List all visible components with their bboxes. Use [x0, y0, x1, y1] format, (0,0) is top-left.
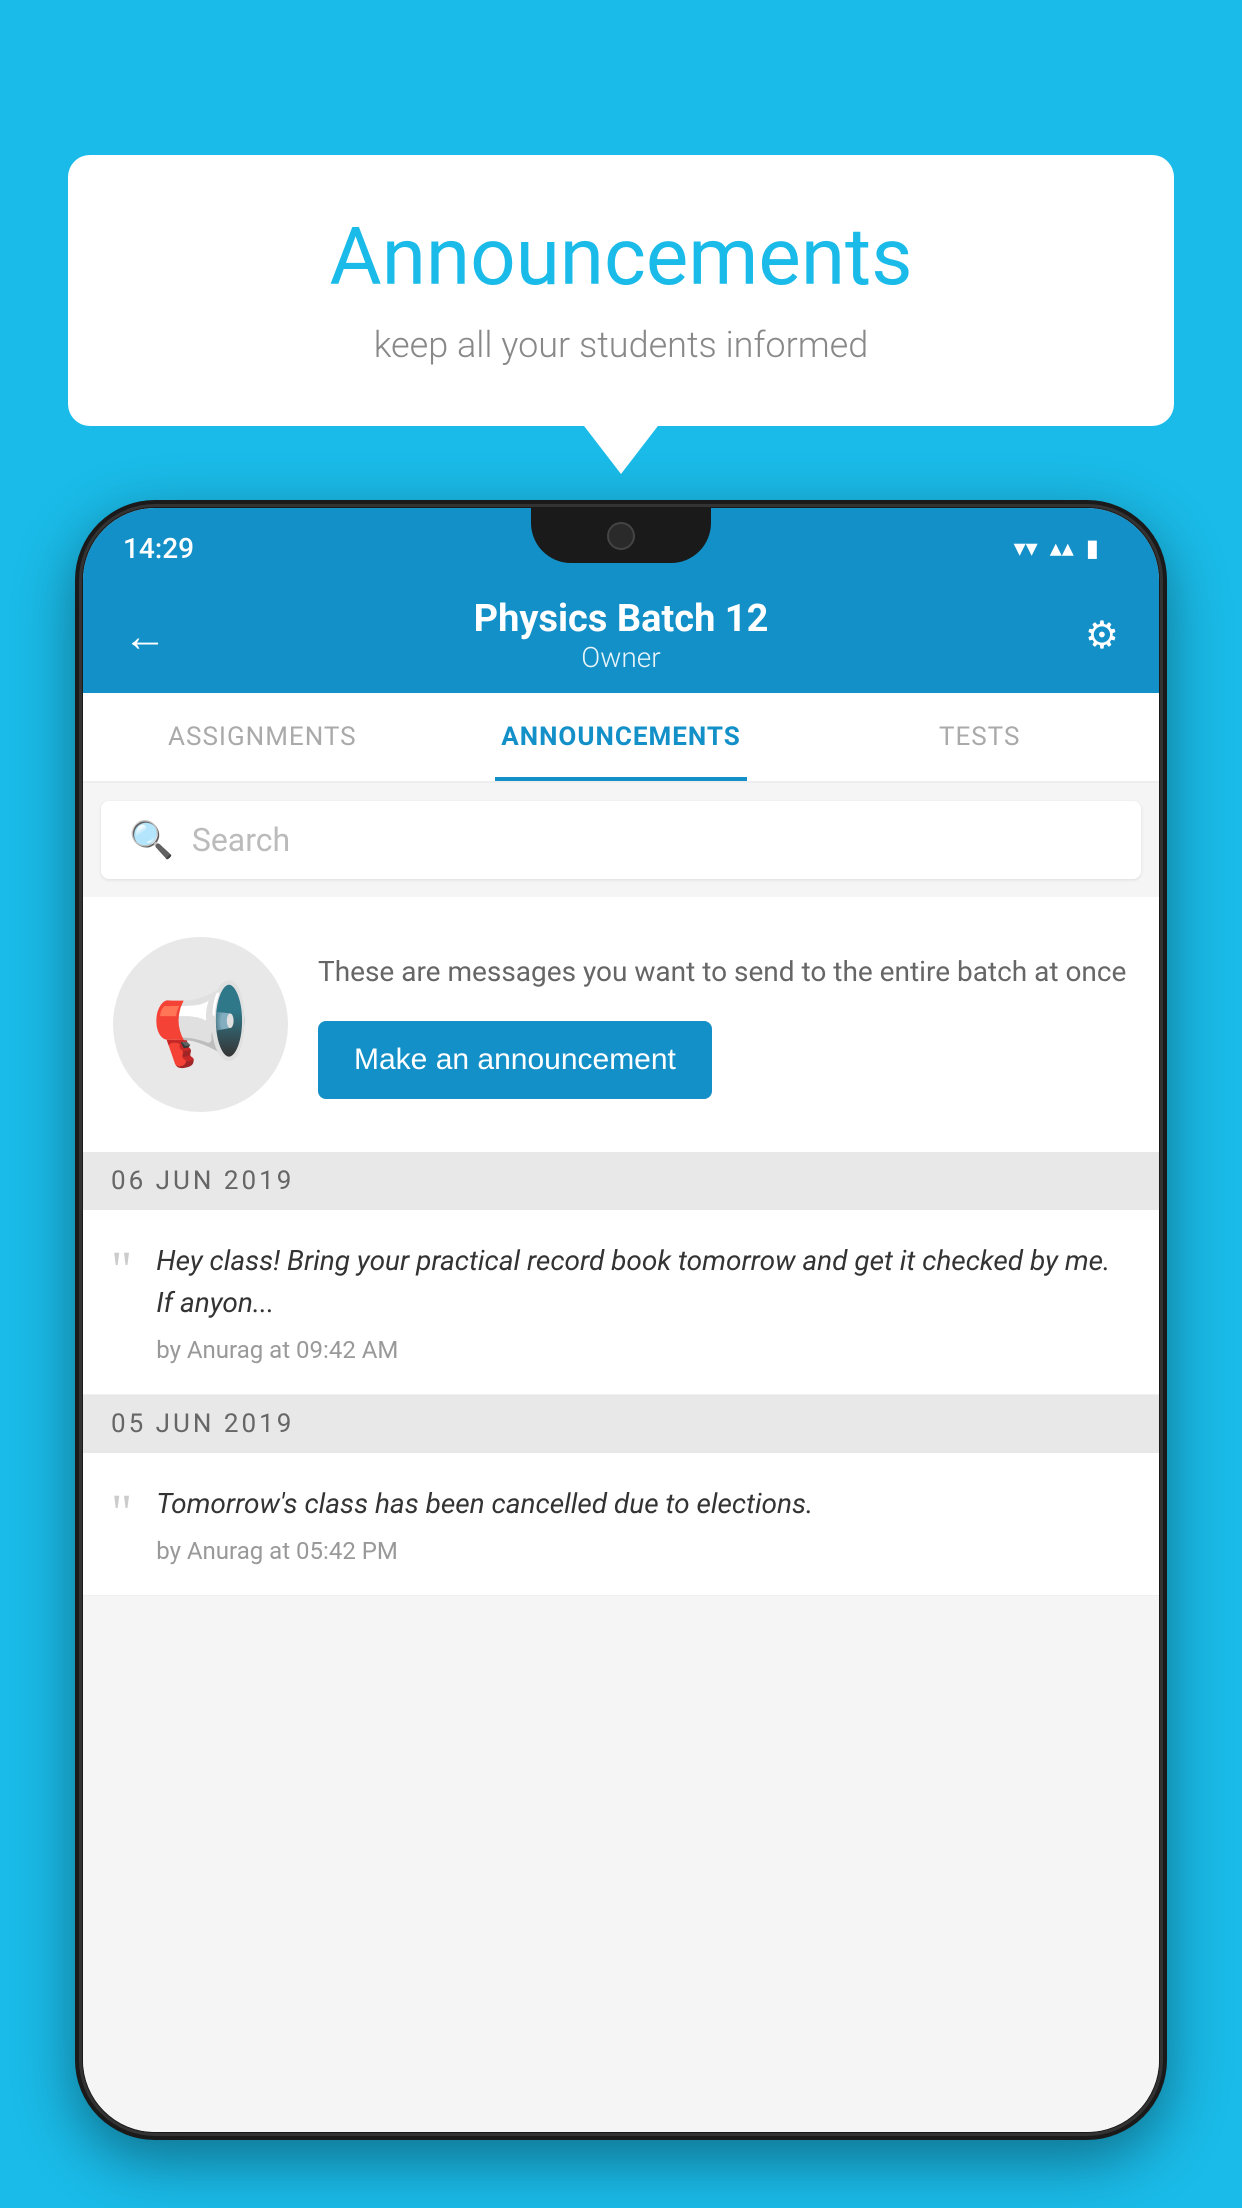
app-header: ← Physics Batch 12 Owner ⚙ — [83, 578, 1159, 693]
cta-description: These are messages you want to send to t… — [318, 951, 1129, 993]
screen-area: 14:29 ▾▾ ▴▴ ▮ ← Physics Batch 12 Owner ⚙ — [83, 508, 1159, 2132]
announcement-text-1: Hey class! Bring your practical record b… — [156, 1240, 1131, 1364]
announcement-item-2[interactable]: " Tomorrow's class has been cancelled du… — [83, 1453, 1159, 1596]
search-bar[interactable]: 🔍 Search — [101, 801, 1141, 879]
header-role: Owner — [183, 641, 1059, 674]
camera — [607, 522, 635, 550]
phone-container: 14:29 ▾▾ ▴▴ ▮ ← Physics Batch 12 Owner ⚙ — [75, 500, 1167, 2208]
megaphone-icon: 📢 — [151, 978, 251, 1072]
phone-mockup: 14:29 ▾▾ ▴▴ ▮ ← Physics Batch 12 Owner ⚙ — [75, 500, 1167, 2140]
header-title-block: Physics Batch 12 Owner — [183, 597, 1059, 674]
quote-icon-1: " — [111, 1245, 132, 1297]
announcement-message-2: Tomorrow's class has been cancelled due … — [156, 1483, 1131, 1525]
announcement-meta-2: by Anurag at 05:42 PM — [156, 1537, 1131, 1565]
status-time: 14:29 — [123, 522, 194, 565]
bubble-title: Announcements — [128, 210, 1114, 304]
app-content: 🔍 Search 📢 These are messages you want t… — [83, 783, 1159, 2132]
cta-right: These are messages you want to send to t… — [318, 951, 1129, 1099]
date-separator-1: 06 JUN 2019 — [83, 1152, 1159, 1210]
batch-name: Physics Batch 12 — [183, 597, 1059, 641]
make-announcement-button[interactable]: Make an announcement — [318, 1021, 712, 1099]
bubble-subtitle: keep all your students informed — [128, 324, 1114, 366]
speech-bubble: Announcements keep all your students inf… — [68, 155, 1174, 426]
tab-assignments[interactable]: ASSIGNMENTS — [83, 693, 442, 781]
announcement-message-1: Hey class! Bring your practical record b… — [156, 1240, 1131, 1324]
search-icon: 🔍 — [129, 819, 174, 861]
notch — [531, 508, 711, 563]
announcement-item-1[interactable]: " Hey class! Bring your practical record… — [83, 1210, 1159, 1395]
battery-icon: ▮ — [1086, 534, 1099, 562]
quote-icon-2: " — [111, 1488, 132, 1540]
speech-bubble-container: Announcements keep all your students inf… — [68, 155, 1174, 426]
tab-announcements[interactable]: ANNOUNCEMENTS — [442, 693, 801, 781]
wifi-icon: ▾▾ — [1014, 534, 1038, 562]
cta-card: 📢 These are messages you want to send to… — [83, 897, 1159, 1152]
back-button[interactable]: ← — [123, 610, 183, 662]
settings-button[interactable]: ⚙ — [1059, 613, 1119, 658]
megaphone-circle: 📢 — [113, 937, 288, 1112]
announcement-meta-1: by Anurag at 09:42 AM — [156, 1336, 1131, 1364]
status-icons: ▾▾ ▴▴ ▮ — [1014, 524, 1099, 562]
tab-tests[interactable]: TESTS — [800, 693, 1159, 781]
date-separator-2: 05 JUN 2019 — [83, 1395, 1159, 1453]
search-placeholder: Search — [192, 821, 290, 859]
signal-icon: ▴▴ — [1050, 534, 1074, 562]
announcement-text-2: Tomorrow's class has been cancelled due … — [156, 1483, 1131, 1565]
tabs-container: ASSIGNMENTS ANNOUNCEMENTS TESTS — [83, 693, 1159, 783]
